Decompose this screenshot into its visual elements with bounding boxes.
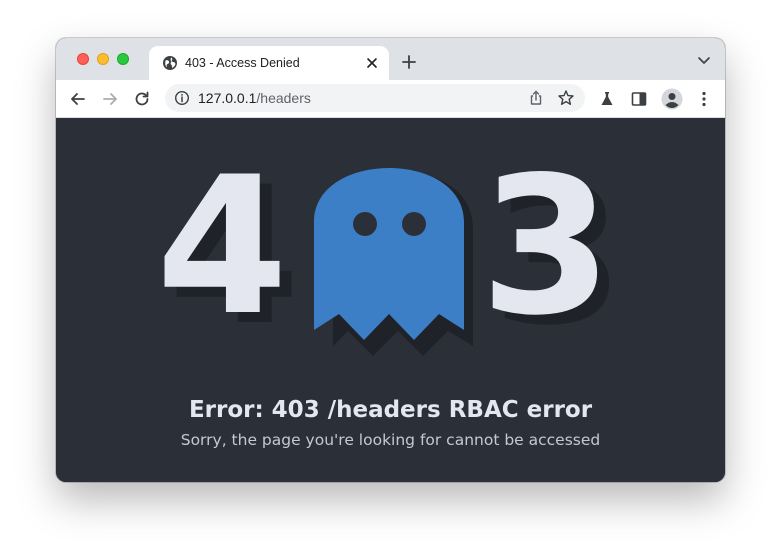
error-code-digit-4: 4 [156, 136, 289, 357]
maximize-window-button[interactable] [117, 53, 129, 65]
new-tab-icon[interactable] [401, 54, 417, 70]
labs-flask-icon[interactable] [597, 89, 617, 109]
url-host: 127.0.0.1 [198, 90, 257, 106]
forward-arrow-icon[interactable] [100, 89, 120, 109]
error-title: Error: 403 /headers RBAC error [188, 397, 593, 423]
reload-icon[interactable] [132, 89, 152, 109]
profile-avatar-icon[interactable] [661, 88, 683, 110]
browser-toolbar: 127.0.0.1/headers [56, 80, 725, 118]
kebab-menu-icon[interactable] [694, 89, 714, 109]
globe-icon [163, 56, 177, 70]
info-icon[interactable] [174, 90, 190, 106]
bookmark-star-icon[interactable] [557, 89, 575, 107]
close-window-button[interactable] [77, 53, 89, 65]
chevron-down-icon[interactable] [697, 56, 711, 66]
error-page: 4 3 Error: 403 /headers RBAC error Sorry… [56, 118, 725, 482]
tab-title: 403 - Access Denied [185, 56, 300, 70]
error-subtitle: Sorry, the page you're looking for canno… [180, 431, 601, 449]
minimize-window-button[interactable] [97, 53, 109, 65]
side-panel-icon[interactable] [629, 89, 649, 109]
browser-window: 403 - Access Denied 127.0.0.1/headers 4 … [56, 38, 725, 482]
title-bar: 403 - Access Denied [56, 38, 725, 80]
share-icon[interactable] [527, 89, 545, 107]
url-path: /headers [256, 90, 311, 106]
address-bar[interactable]: 127.0.0.1/headers [165, 84, 585, 112]
back-arrow-icon[interactable] [68, 89, 88, 109]
ghost-icon [314, 168, 473, 356]
browser-tab-active[interactable]: 403 - Access Denied [149, 46, 389, 80]
url-text[interactable]: 127.0.0.1/headers [198, 90, 311, 106]
close-tab-icon[interactable] [365, 56, 379, 70]
error-code-digit-3: 3 [480, 136, 613, 357]
